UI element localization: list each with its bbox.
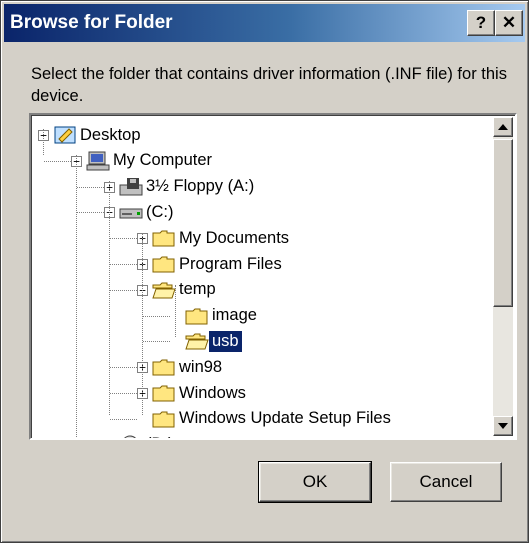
tree-connector-line [43,129,44,155]
tree-node-my-computer[interactable]: My Computer [86,149,215,173]
tree-node-label: Desktop [80,125,141,144]
scroll-down-button[interactable] [493,416,513,436]
tree-connector-line [143,315,170,317]
help-button[interactable]: ? [467,10,495,36]
cd-drive-icon [119,435,143,438]
tree-node-label: (D:) [143,434,177,438]
tree-node-windows-update-setup-files[interactable]: Windows Update Setup Files [152,407,394,431]
folder-icon [152,254,176,274]
instructions-text: Select the folder that contains driver i… [31,65,507,105]
folder-open-icon [152,280,176,300]
title-bar[interactable]: Browse for Folder ? ✕ [4,4,525,42]
tree-node-program-files[interactable]: Program Files [152,252,285,276]
tree-node-usb[interactable]: usb [185,329,243,353]
tree-node-label: My Computer [113,151,213,170]
folder-icon [152,228,176,248]
tree-node-d[interactable]: (D:) [119,433,177,438]
tree-connector-line [175,285,176,337]
tree-node-label: Windows Update Setup Files [179,409,391,428]
cancel-button[interactable]: Cancel [390,462,502,502]
arrow-down-icon [498,423,508,429]
tree-node-win98[interactable]: win98 [152,355,225,379]
close-button[interactable]: ✕ [495,10,523,36]
ok-button[interactable]: OK [258,461,372,503]
tree-connector-line [110,367,137,369]
tree-node-windows[interactable]: Windows [152,381,249,405]
tree-node-label: win98 [179,357,223,376]
help-icon: ? [475,13,487,32]
tree-node-label: image [212,306,257,325]
tree-node-label: (C:) [146,202,174,221]
tree-node-my-documents[interactable]: My Documents [152,226,292,250]
tree-connector-line [143,341,170,343]
tree-node-label: Program Files [179,254,282,273]
tree-connector-line [76,155,77,438]
folder-icon [152,357,176,377]
browse-for-folder-dialog: Browse for Folder ? ✕ Select the folder … [0,0,529,543]
folder-tree[interactable]: − Desktop − My Computer +3½ Floppy (A:) − (C:)… [29,113,517,440]
tree-connector-line [110,264,137,265]
vertical-scrollbar[interactable] [493,117,513,436]
folder-icon [185,306,209,326]
scroll-thumb[interactable] [493,139,513,307]
tree-node-label: temp [179,280,216,299]
tree-connector-line [44,160,71,162]
folder-open-icon [185,331,209,351]
tree-connector-line [110,289,137,291]
close-icon: ✕ [501,13,517,32]
hard-drive-icon [119,202,143,222]
tree-connector-line [110,238,137,240]
tree-connector-line [110,418,137,420]
tree-node-3-floppy-a[interactable]: 3½ Floppy (A:) [119,175,257,199]
window-title: Browse for Folder [10,12,173,33]
desktop-icon [53,125,77,145]
tree-node-label: My Documents [179,228,290,247]
tree-connector-line [110,393,137,394]
tree-node-label: 3½ Floppy (A:) [146,177,255,196]
scroll-up-button[interactable] [493,117,513,137]
tree-node-label: usb [208,329,243,353]
arrow-up-icon [498,124,508,130]
tree-connector-line [77,186,104,188]
tree-node-temp[interactable]: temp [152,278,219,302]
folder-icon [152,383,176,403]
tree-node-c[interactable]: (C:) [119,200,177,224]
tree-node-label: Windows [179,383,246,402]
tree-connector-line [142,233,143,415]
tree-node-desktop[interactable]: Desktop [53,123,144,147]
tree-node-image[interactable]: image [185,304,260,328]
folder-icon [152,409,176,429]
floppy-drive-icon [119,177,143,197]
tree-connector-line [77,212,104,214]
computer-icon [86,151,110,171]
tree-connector-line [109,181,110,415]
